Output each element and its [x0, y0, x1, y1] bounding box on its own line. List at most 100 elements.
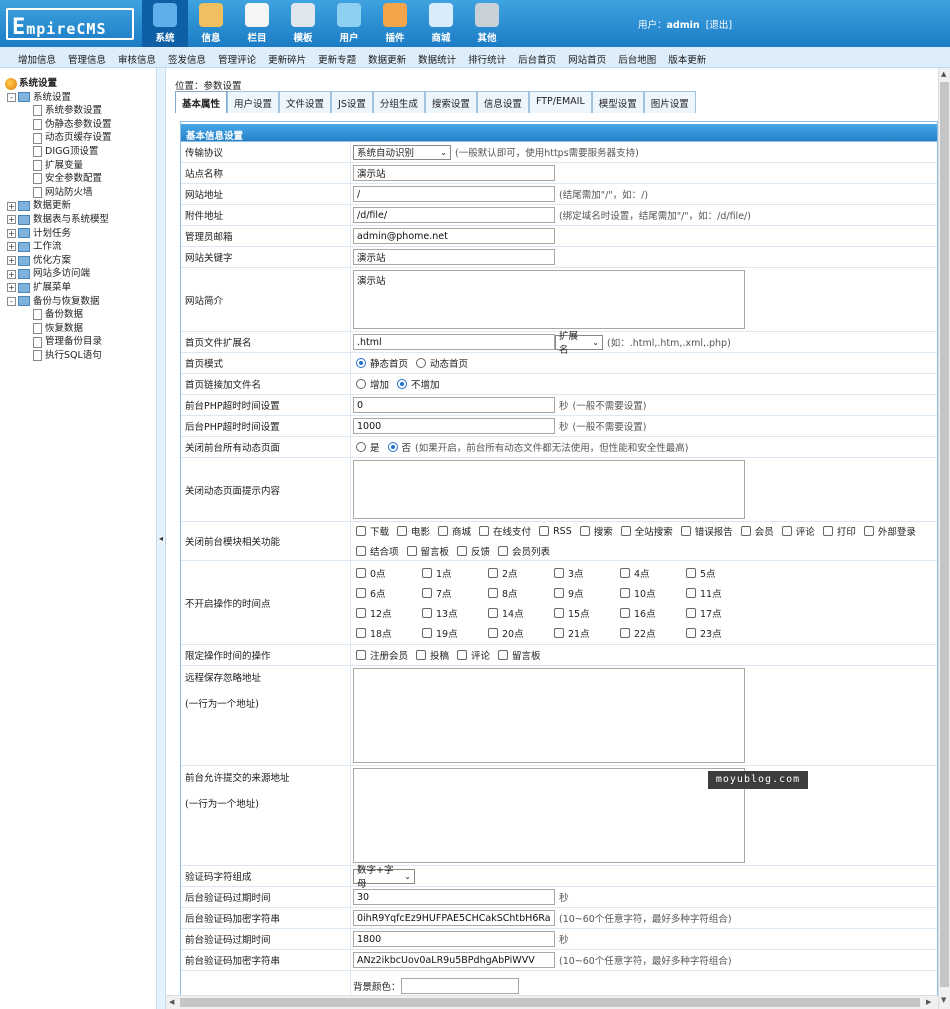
checkbox-icon[interactable]: [397, 526, 408, 536]
checkbox-icon[interactable]: [356, 627, 366, 638]
radio-icon[interactable]: [387, 442, 398, 452]
checkbox-icon[interactable]: [457, 650, 468, 660]
checkbox-icon[interactable]: [620, 587, 630, 598]
checkbox-icon[interactable]: [422, 607, 432, 618]
front-captcha-key-input[interactable]: [353, 952, 555, 968]
module-checkbox[interactable]: 电影: [394, 524, 430, 538]
scroll-right-icon[interactable]: ▶: [926, 998, 931, 1006]
logout-link[interactable]: [退出]: [706, 20, 732, 31]
radio-icon[interactable]: [356, 358, 366, 368]
menu-item[interactable]: 排行统计: [462, 47, 512, 67]
sidebar-item[interactable]: + 计划任务: [5, 227, 156, 241]
sidebar-toggle[interactable]: ◂: [156, 68, 166, 1009]
sidebar-item[interactable]: 备份数据: [5, 308, 156, 322]
expand-toggle-icon[interactable]: +: [7, 242, 16, 252]
radio-icon[interactable]: [356, 379, 366, 389]
checkbox-icon[interactable]: [539, 526, 550, 536]
radio-icon[interactable]: [356, 442, 366, 452]
menu-item[interactable]: 网站首页: [562, 47, 612, 67]
hour-checkbox[interactable]: 20点: [485, 626, 546, 640]
checkbox-icon[interactable]: [488, 567, 498, 578]
module-checkbox[interactable]: 会员列表: [495, 544, 550, 558]
hour-checkbox[interactable]: 19点: [419, 626, 480, 640]
expand-toggle-icon[interactable]: +: [7, 269, 16, 279]
checkbox-icon[interactable]: [356, 546, 366, 556]
close-tip-textarea[interactable]: [353, 460, 745, 519]
sidebar-item[interactable]: 伪静态参数设置: [5, 118, 156, 132]
hour-checkbox[interactable]: 9点: [551, 586, 612, 600]
checkbox-icon[interactable]: [422, 587, 432, 598]
checkbox-icon[interactable]: [620, 607, 630, 618]
checkbox-icon[interactable]: [620, 567, 630, 578]
sidebar-item[interactable]: 安全参数配置: [5, 172, 156, 186]
checkbox-icon[interactable]: [554, 567, 564, 578]
scroll-thumb[interactable]: [940, 82, 949, 987]
hour-checkbox[interactable]: 23点: [683, 626, 744, 640]
expand-toggle-icon[interactable]: +: [7, 256, 16, 266]
radio-icon[interactable]: [397, 379, 408, 389]
back-captcha-key-input[interactable]: [353, 910, 555, 926]
front-captcha-exp-input[interactable]: [353, 931, 555, 947]
limit-checkbox[interactable]: 评论: [454, 648, 490, 662]
close-no-radio[interactable]: 否 (如果开启，前台所有动态文件都无法使用，但性能和安全性最高): [385, 440, 688, 454]
username[interactable]: admin: [667, 20, 700, 31]
checkbox-icon[interactable]: [686, 607, 696, 618]
sidebar-item[interactable]: - 系统设置: [5, 91, 156, 105]
sidebar-item[interactable]: + 工作流: [5, 240, 156, 254]
hour-checkbox[interactable]: 3点: [551, 566, 612, 580]
tab-3[interactable]: JS设置: [331, 91, 373, 113]
hour-checkbox[interactable]: 5点: [683, 566, 744, 580]
sidebar-item[interactable]: 网站防火墙: [5, 186, 156, 200]
checkbox-icon[interactable]: [488, 627, 498, 638]
nav-edit[interactable]: 信息: [188, 0, 234, 47]
menu-item[interactable]: 签发信息: [162, 47, 212, 67]
sidebar-item[interactable]: + 网站多访问端: [5, 267, 156, 281]
hour-checkbox[interactable]: 0点: [353, 566, 414, 580]
module-checkbox[interactable]: 下载: [353, 524, 389, 538]
hour-checkbox[interactable]: 11点: [683, 586, 744, 600]
sidebar-item[interactable]: + 扩展菜单: [5, 281, 156, 295]
checkbox-icon[interactable]: [356, 607, 366, 618]
hour-checkbox[interactable]: 17点: [683, 606, 744, 620]
menu-item[interactable]: 数据统计: [412, 47, 462, 67]
tab-1[interactable]: 用户设置: [227, 91, 280, 113]
site-name-input[interactable]: [353, 165, 555, 181]
sidebar-item[interactable]: 动态页缓存设置: [5, 131, 156, 145]
module-checkbox[interactable]: 会员: [738, 524, 774, 538]
site-intro-textarea[interactable]: 演示站: [353, 270, 745, 329]
front-timeout-input[interactable]: [353, 397, 555, 413]
expand-toggle-icon[interactable]: -: [7, 92, 16, 102]
hour-checkbox[interactable]: 13点: [419, 606, 480, 620]
menu-item[interactable]: 后台首页: [512, 47, 562, 67]
module-checkbox[interactable]: 留言板: [404, 544, 449, 558]
module-checkbox[interactable]: RSS: [536, 526, 572, 537]
sidebar-root[interactable]: 系统设置: [5, 77, 156, 91]
module-checkbox[interactable]: 搜索: [577, 524, 613, 538]
checkbox-icon[interactable]: [488, 607, 498, 618]
admin-email-input[interactable]: [353, 228, 555, 244]
checkbox-icon[interactable]: [554, 607, 564, 618]
menu-item[interactable]: 版本更新: [662, 47, 712, 67]
module-checkbox[interactable]: 打印: [820, 524, 856, 538]
hour-checkbox[interactable]: 7点: [419, 586, 480, 600]
expand-toggle-icon[interactable]: +: [7, 283, 16, 293]
nav-user[interactable]: 用户: [326, 0, 372, 47]
checkbox-icon[interactable]: [479, 526, 490, 536]
ext-select[interactable]: 扩展名 ⌄: [555, 331, 603, 356]
checkbox-icon[interactable]: [740, 526, 751, 536]
limit-checkbox[interactable]: 注册会员: [353, 648, 408, 662]
nav-gear[interactable]: 其他: [464, 0, 510, 47]
menu-item[interactable]: 管理信息: [62, 47, 112, 67]
back-captcha-exp-input[interactable]: [353, 889, 555, 905]
hour-checkbox[interactable]: 6点: [353, 586, 414, 600]
module-checkbox[interactable]: 全站搜索: [618, 524, 673, 538]
keywords-input[interactable]: [353, 249, 555, 265]
menu-item[interactable]: 增加信息: [12, 47, 62, 67]
sidebar-item[interactable]: + 数据表与系统模型: [5, 213, 156, 227]
module-checkbox[interactable]: 错误报告: [678, 524, 733, 538]
hour-checkbox[interactable]: 18点: [353, 626, 414, 640]
checkbox-icon[interactable]: [406, 546, 417, 556]
sidebar-item[interactable]: 执行SQL语句: [5, 349, 156, 363]
attach-url-input[interactable]: [353, 207, 555, 223]
sidebar-item[interactable]: 恢复数据: [5, 322, 156, 336]
